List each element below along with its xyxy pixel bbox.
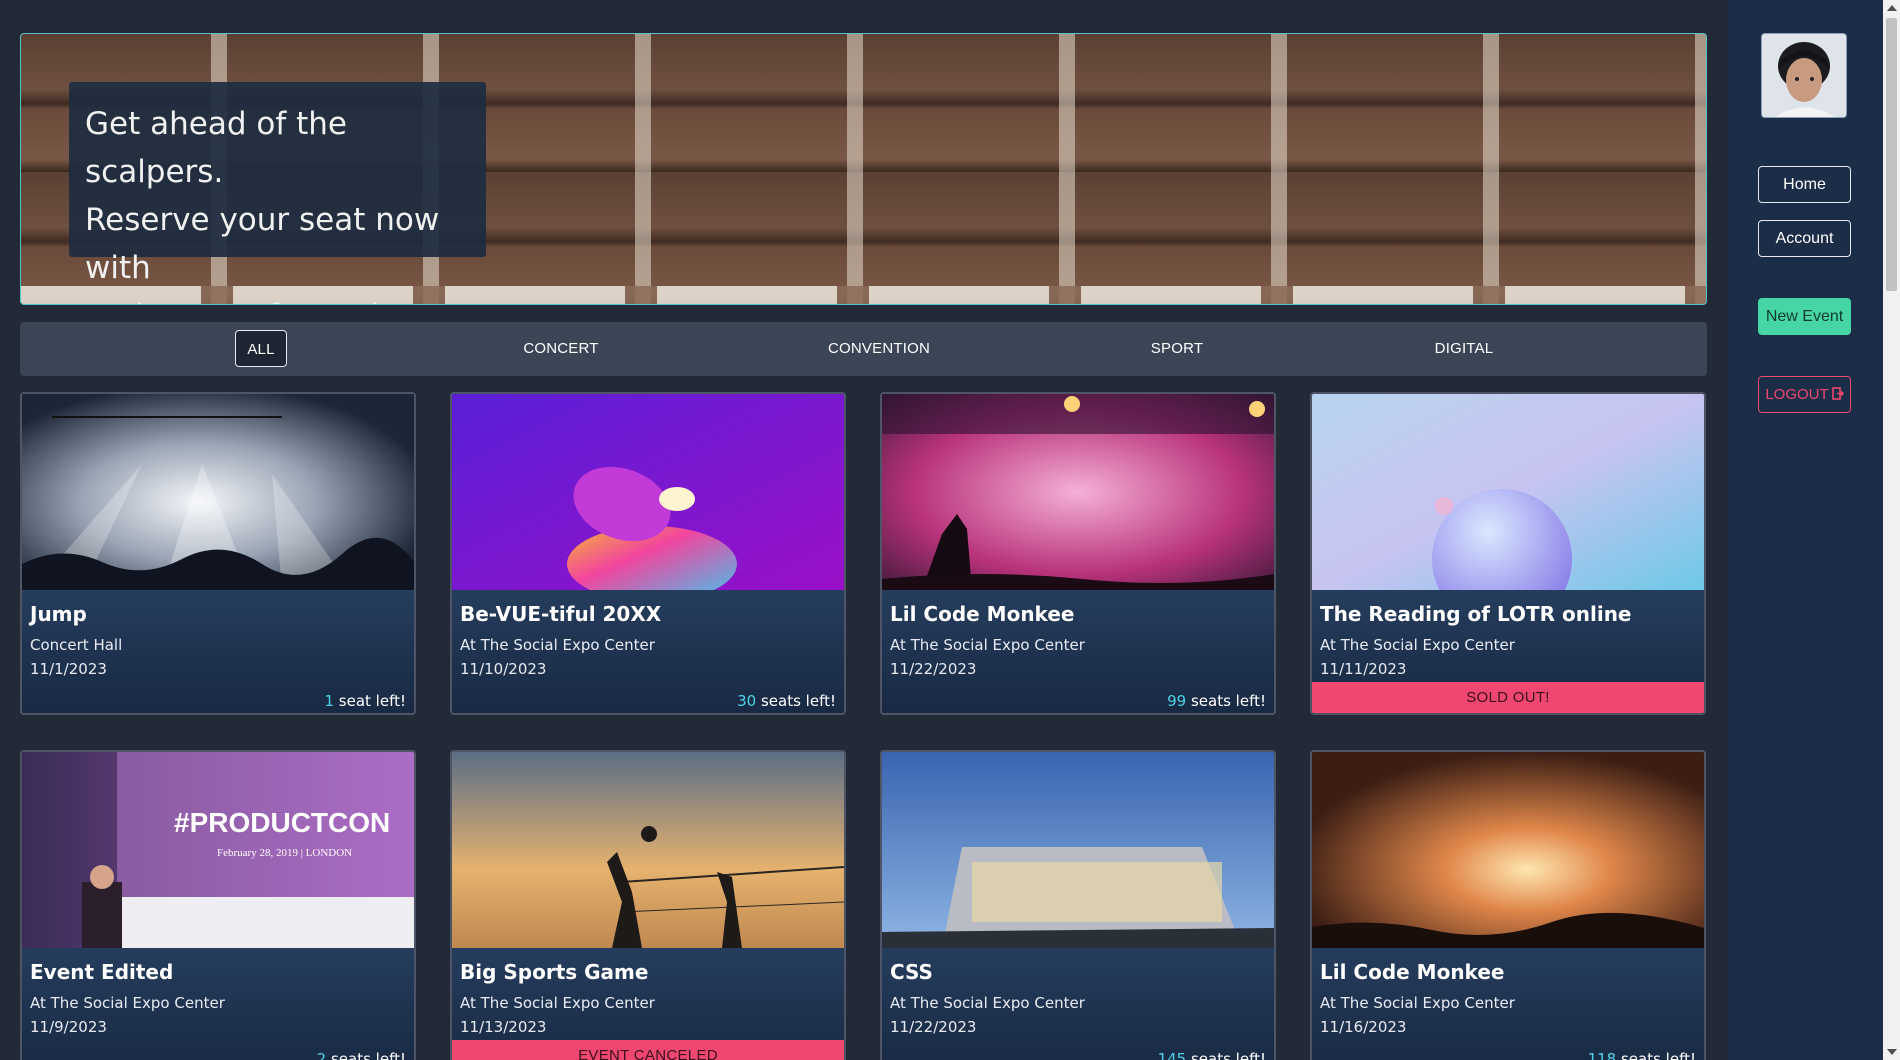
vertical-scrollbar[interactable]	[1883, 0, 1900, 1060]
seat-count: 145	[1157, 1050, 1187, 1060]
event-card[interactable]: Lil Code Monkee At The Social Expo Cente…	[1310, 750, 1706, 1060]
filter-all[interactable]: ALL	[235, 330, 287, 367]
seat-suffix: seats left!	[326, 1050, 406, 1060]
sidebar: Home Account New Event LOGOUT	[1728, 0, 1883, 1060]
hero-tagline-line1: Get ahead of the scalpers.	[85, 106, 347, 190]
event-image	[22, 394, 414, 590]
account-button[interactable]: Account	[1758, 220, 1851, 257]
event-image	[1312, 394, 1704, 590]
event-details: Be-VUE-tiful 20XX At The Social Expo Cen…	[452, 590, 844, 713]
event-card[interactable]: The Reading of LOTR online At The Social…	[1310, 392, 1706, 715]
event-details: CSS At The Social Expo Center 11/22/2023…	[882, 948, 1274, 1060]
hero-tagline-line3: real events for real people.	[85, 292, 470, 304]
filter-convention[interactable]: CONVENTION	[800, 330, 958, 367]
seat-suffix: seats left!	[1616, 1050, 1696, 1060]
event-details: Event Edited At The Social Expo Center 1…	[22, 948, 414, 1060]
event-date: 11/22/2023	[890, 660, 977, 678]
filter-concert[interactable]: CONCERT	[495, 330, 627, 367]
hero-tagline-line2: Reserve your seat now with	[85, 202, 440, 286]
seat-count: 118	[1587, 1050, 1617, 1060]
home-button[interactable]: Home	[1758, 166, 1851, 203]
image-subtext: February 28, 2019 | LONDON	[217, 847, 352, 859]
event-venue: At The Social Expo Center	[1320, 636, 1515, 654]
event-title: Lil Code Monkee	[1320, 960, 1505, 984]
seat-count: 1	[324, 692, 335, 710]
event-title: Jump	[30, 602, 87, 626]
hero-banner: Get ahead of the scalpers. Reserve your …	[20, 33, 1707, 305]
seats-remaining: 118 seats left!	[1588, 1050, 1696, 1060]
new-event-button[interactable]: New Event	[1758, 298, 1851, 335]
event-card[interactable]: Jump Concert Hall 11/1/2023 1 seat left!	[20, 392, 416, 715]
event-details: Jump Concert Hall 11/1/2023 1 seat left!	[22, 590, 414, 713]
event-details: Lil Code Monkee At The Social Expo Cente…	[1312, 948, 1704, 1060]
seat-count: 2	[316, 1050, 327, 1060]
filter-digital[interactable]: DIGITAL	[1408, 330, 1520, 367]
event-image: #PRODUCTCON February 28, 2019 | LONDON	[22, 752, 414, 948]
seat-suffix: seats left!	[756, 692, 836, 710]
seats-remaining: 1 seat left!	[324, 692, 406, 710]
event-card[interactable]: Be-VUE-tiful 20XX At The Social Expo Cen…	[450, 392, 846, 715]
canceled-banner: EVENT CANCELED	[452, 1040, 844, 1060]
seat-count: 30	[737, 692, 757, 710]
seat-suffix: seats left!	[1186, 1050, 1266, 1060]
event-title: CSS	[890, 960, 933, 984]
category-filter-bar: ALL CONCERT CONVENTION SPORT DIGITAL	[20, 322, 1707, 376]
event-date: 11/9/2023	[30, 1018, 107, 1036]
seats-remaining: 145 seats left!	[1158, 1050, 1266, 1060]
event-date: 11/10/2023	[460, 660, 547, 678]
filter-sport[interactable]: SPORT	[1128, 330, 1226, 367]
event-title: Lil Code Monkee	[890, 602, 1075, 626]
event-title: Be-VUE-tiful 20XX	[460, 602, 662, 626]
seats-remaining: 2 seats left!	[317, 1050, 406, 1060]
event-image	[882, 752, 1274, 948]
event-title: Event Edited	[30, 960, 174, 984]
event-date: 11/22/2023	[890, 1018, 977, 1036]
logout-label: LOGOUT	[1765, 386, 1829, 403]
event-image	[882, 394, 1274, 590]
event-image	[1312, 752, 1704, 948]
event-venue: At The Social Expo Center	[460, 636, 655, 654]
scroll-up-arrow-icon[interactable]	[1887, 5, 1897, 11]
event-title: The Reading of LOTR online	[1320, 602, 1632, 626]
event-venue: At The Social Expo Center	[30, 994, 225, 1012]
seat-suffix: seats left!	[1186, 692, 1266, 710]
avatar[interactable]	[1761, 33, 1847, 118]
event-card[interactable]: Lil Code Monkee At The Social Expo Cente…	[880, 392, 1276, 715]
event-date: 11/16/2023	[1320, 1018, 1407, 1036]
event-venue: Concert Hall	[30, 636, 123, 654]
event-venue: At The Social Expo Center	[890, 994, 1085, 1012]
scroll-down-arrow-icon[interactable]	[1887, 1049, 1897, 1055]
event-venue: At The Social Expo Center	[890, 636, 1085, 654]
seats-remaining: 99 seats left!	[1167, 692, 1266, 710]
event-image	[452, 394, 844, 590]
event-venue: At The Social Expo Center	[460, 994, 655, 1012]
logout-icon	[1831, 378, 1844, 400]
event-image	[452, 752, 844, 948]
event-date: 11/13/2023	[460, 1018, 547, 1036]
event-card[interactable]: CSS At The Social Expo Center 11/22/2023…	[880, 750, 1276, 1060]
event-card[interactable]: #PRODUCTCON February 28, 2019 | LONDON E…	[20, 750, 416, 1060]
image-text: #PRODUCTCON	[174, 807, 390, 838]
sold-out-banner: SOLD OUT!	[1312, 682, 1704, 713]
event-details: Lil Code Monkee At The Social Expo Cente…	[882, 590, 1274, 713]
event-venue: At The Social Expo Center	[1320, 994, 1515, 1012]
event-date: 11/1/2023	[30, 660, 107, 678]
seats-remaining: 30 seats left!	[737, 692, 836, 710]
event-title: Big Sports Game	[460, 960, 649, 984]
hero-callout: Get ahead of the scalpers. Reserve your …	[69, 82, 486, 304]
seat-suffix: seat left!	[334, 692, 406, 710]
event-card[interactable]: Big Sports Game At The Social Expo Cente…	[450, 750, 846, 1060]
logout-button[interactable]: LOGOUT	[1758, 376, 1851, 413]
seat-count: 99	[1167, 692, 1187, 710]
event-date: 11/11/2023	[1320, 660, 1407, 678]
scroll-thumb[interactable]	[1886, 18, 1897, 291]
